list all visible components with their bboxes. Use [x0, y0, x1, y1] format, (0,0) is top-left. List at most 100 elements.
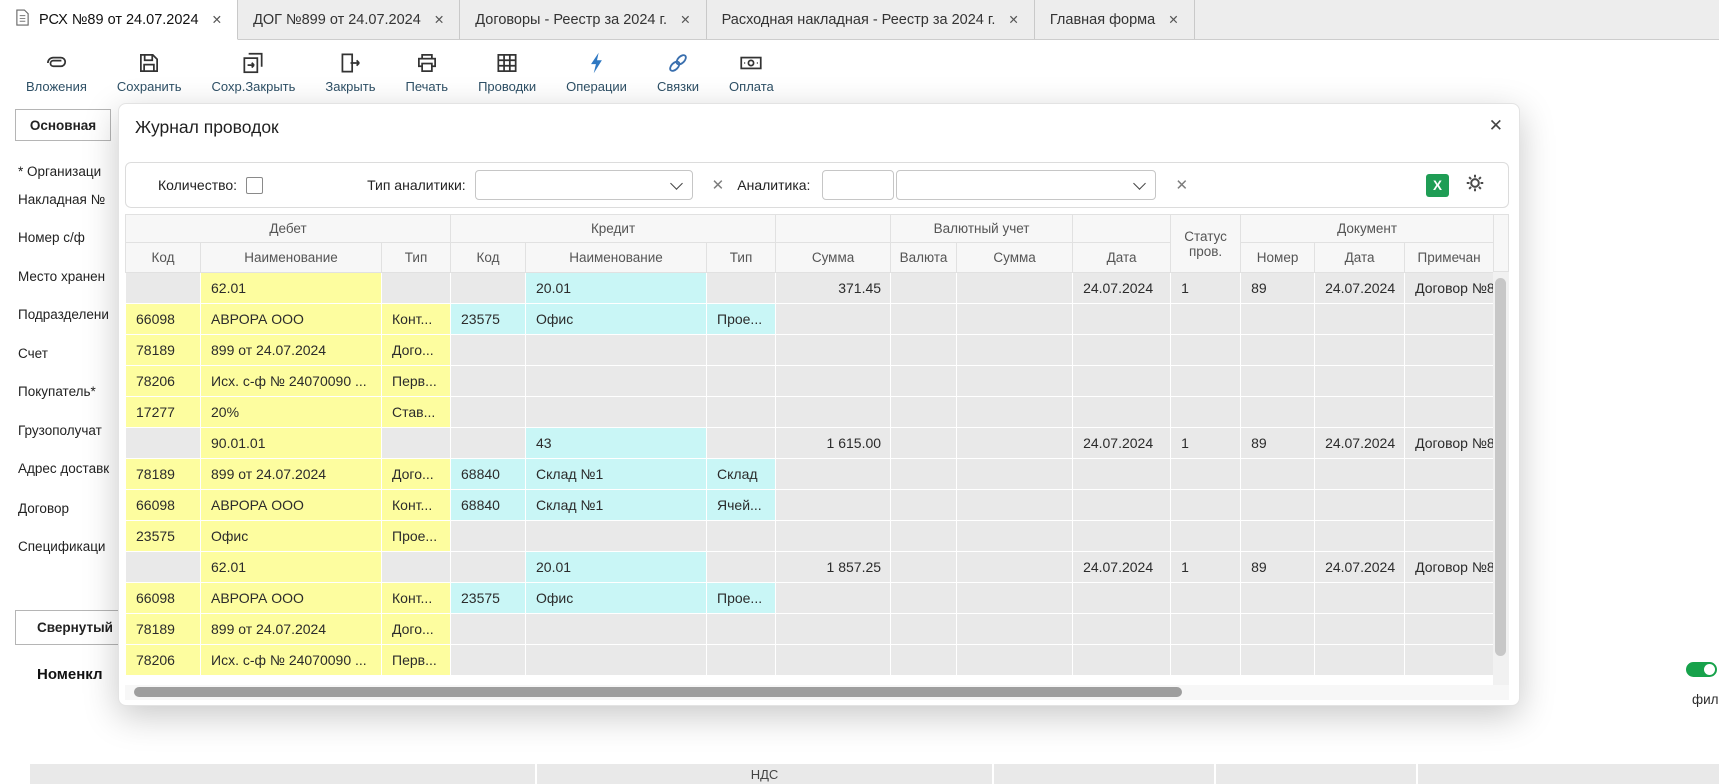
- grid-cell[interactable]: [1171, 335, 1241, 366]
- grid-cell[interactable]: 89: [1241, 273, 1315, 304]
- grid-cell[interactable]: 24.07.2024: [1315, 552, 1405, 583]
- table-row[interactable]: 66098АВРОРА ОООКонт...68840Склад №1Ячей.…: [126, 490, 1494, 521]
- grid-cell[interactable]: [451, 645, 526, 676]
- grid-cell[interactable]: [1171, 645, 1241, 676]
- grid-cell[interactable]: 20.01: [526, 273, 707, 304]
- grid-cell[interactable]: [1315, 397, 1405, 428]
- grid-cell[interactable]: [451, 273, 526, 304]
- quantity-checkbox[interactable]: [246, 177, 263, 194]
- grid-cell[interactable]: [891, 614, 957, 645]
- grid-cell[interactable]: [382, 552, 451, 583]
- grid-cell[interactable]: [891, 273, 957, 304]
- grid-cell[interactable]: [451, 397, 526, 428]
- grid-cell[interactable]: [126, 273, 201, 304]
- table-row[interactable]: 1727720%Став...: [126, 397, 1494, 428]
- grid-cell[interactable]: 899 от 24.07.2024: [201, 335, 382, 366]
- grid-cell[interactable]: Исх. с-ф № 24070090 ...: [201, 645, 382, 676]
- grid-cell[interactable]: [1315, 304, 1405, 335]
- grid-cell[interactable]: [1241, 335, 1315, 366]
- grid-cell[interactable]: [957, 645, 1073, 676]
- grid-cell[interactable]: Склад: [707, 459, 776, 490]
- grid-cell[interactable]: [526, 335, 707, 366]
- grid-cell[interactable]: [1171, 459, 1241, 490]
- grid-cell[interactable]: 24.07.2024: [1073, 428, 1171, 459]
- column-header-sum[interactable]: Сумма: [776, 243, 891, 273]
- grid-cell[interactable]: [1073, 397, 1171, 428]
- grid-cell[interactable]: [891, 459, 957, 490]
- grid-cell[interactable]: Прое...: [707, 304, 776, 335]
- gear-icon[interactable]: [1464, 172, 1486, 199]
- grid-cell[interactable]: [382, 428, 451, 459]
- group-header-currency[interactable]: Валютный учет: [891, 215, 1073, 243]
- grid-cell[interactable]: [707, 335, 776, 366]
- grid-cell[interactable]: Склад №1: [526, 490, 707, 521]
- grid-cell[interactable]: [1405, 397, 1493, 428]
- table-row[interactable]: 23575ОфисПрое...: [126, 521, 1494, 552]
- grid-cell[interactable]: [707, 428, 776, 459]
- grid-cell[interactable]: 24.07.2024: [1315, 428, 1405, 459]
- grid-cell[interactable]: Договор №8: [1405, 273, 1493, 304]
- grid-cell[interactable]: 1 857.25: [776, 552, 891, 583]
- grid-cell[interactable]: [1171, 366, 1241, 397]
- grid-cell[interactable]: [1241, 521, 1315, 552]
- grid-cell[interactable]: [957, 304, 1073, 335]
- grid-cell[interactable]: Перв...: [382, 366, 451, 397]
- grid-cell[interactable]: [957, 273, 1073, 304]
- clear-type-icon[interactable]: ✕: [712, 176, 725, 194]
- table-row[interactable]: 78189899 от 24.07.2024Дого...: [126, 335, 1494, 366]
- grid-cell[interactable]: 17277: [126, 397, 201, 428]
- table-row[interactable]: 78206Исх. с-ф № 24070090 ...Перв...: [126, 366, 1494, 397]
- column-header-status[interactable]: Статус пров.: [1171, 215, 1241, 273]
- grid-cell[interactable]: 66098: [126, 304, 201, 335]
- grid-cell[interactable]: Офис: [526, 583, 707, 614]
- grid-cell[interactable]: 23575: [451, 304, 526, 335]
- grid-cell[interactable]: [891, 366, 957, 397]
- grid-cell[interactable]: [1171, 614, 1241, 645]
- grid-cell[interactable]: [1241, 614, 1315, 645]
- grid-cell[interactable]: АВРОРА ООО: [201, 490, 382, 521]
- grid-cell[interactable]: Дого...: [382, 459, 451, 490]
- grid-cell[interactable]: [1241, 490, 1315, 521]
- grid-cell[interactable]: [526, 614, 707, 645]
- grid-cell[interactable]: [957, 459, 1073, 490]
- grid-cell[interactable]: 23575: [126, 521, 201, 552]
- grid-cell[interactable]: [1315, 335, 1405, 366]
- horizontal-scrollbar-thumb[interactable]: [134, 687, 1182, 697]
- grid-cell[interactable]: [1241, 304, 1315, 335]
- grid-cell[interactable]: [776, 366, 891, 397]
- grid-cell[interactable]: [707, 552, 776, 583]
- grid-cell[interactable]: АВРОРА ООО: [201, 583, 382, 614]
- column-header-doc-date[interactable]: Дата: [1315, 243, 1405, 273]
- horizontal-scrollbar[interactable]: [125, 685, 1509, 700]
- column-header-number[interactable]: Номер: [1241, 243, 1315, 273]
- grid-cell[interactable]: [957, 366, 1073, 397]
- grid-cell[interactable]: [1315, 459, 1405, 490]
- table-row[interactable]: 66098АВРОРА ОООКонт...23575ОфисПрое...: [126, 304, 1494, 335]
- grid-cell[interactable]: [1073, 366, 1171, 397]
- grid-cell[interactable]: 371.45: [776, 273, 891, 304]
- grid-cell[interactable]: Прое...: [382, 521, 451, 552]
- grid-cell[interactable]: 43: [526, 428, 707, 459]
- column-header-debit-type[interactable]: Тип: [382, 243, 451, 273]
- group-header-debit[interactable]: Дебет: [126, 215, 451, 243]
- tab-osnovnaya[interactable]: Основная: [15, 109, 111, 141]
- grid-cell[interactable]: 1: [1171, 428, 1241, 459]
- grid-cell[interactable]: [776, 397, 891, 428]
- grid-cell[interactable]: [451, 552, 526, 583]
- grid-cell[interactable]: 62.01: [201, 552, 382, 583]
- grid-cell[interactable]: 68840: [451, 459, 526, 490]
- grid-cell[interactable]: 62.01: [201, 273, 382, 304]
- grid-cell[interactable]: [776, 645, 891, 676]
- grid-cell[interactable]: 24.07.2024: [1073, 552, 1171, 583]
- group-header-credit[interactable]: Кредит: [451, 215, 776, 243]
- grid-cell[interactable]: [891, 304, 957, 335]
- grid-cell[interactable]: [1171, 304, 1241, 335]
- grid-cell[interactable]: Конт...: [382, 490, 451, 521]
- grid-cell[interactable]: [891, 521, 957, 552]
- grid-cell[interactable]: [776, 583, 891, 614]
- grid-cell[interactable]: [891, 335, 957, 366]
- grid-cell[interactable]: 899 от 24.07.2024: [201, 614, 382, 645]
- grid-cell[interactable]: [126, 552, 201, 583]
- grid-cell[interactable]: [707, 645, 776, 676]
- grid-cell[interactable]: [776, 459, 891, 490]
